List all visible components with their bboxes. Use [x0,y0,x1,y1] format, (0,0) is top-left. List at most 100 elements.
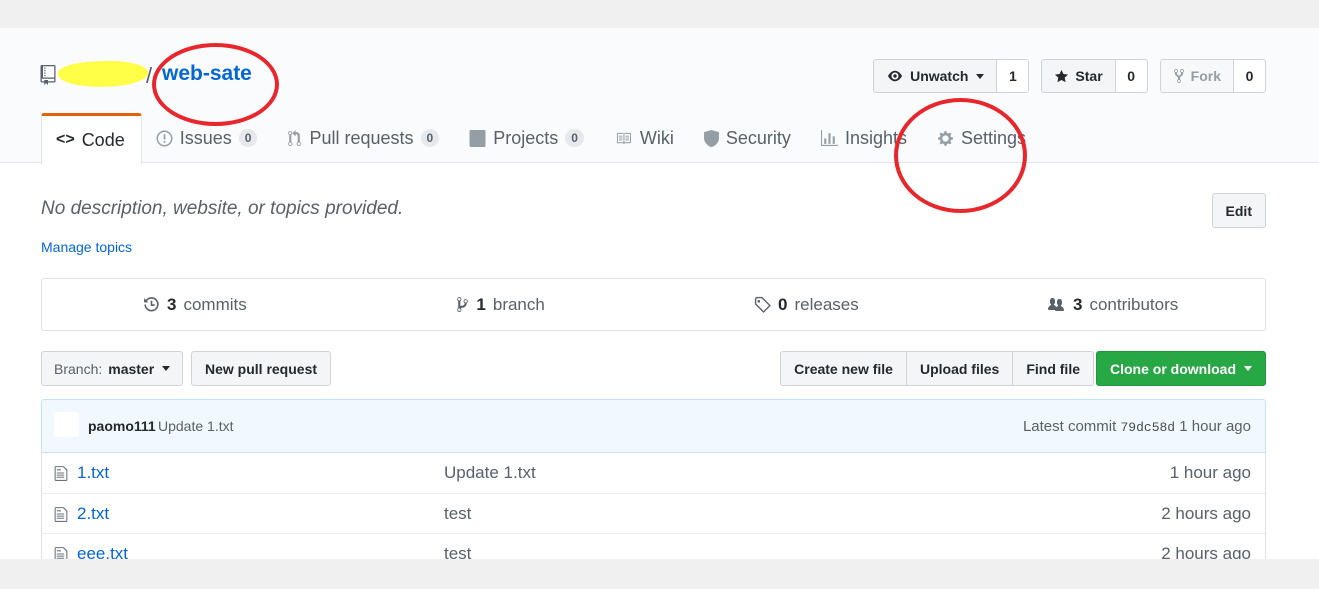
code-icon: <> [56,131,75,148]
commits-summary[interactable]: 3 commits [42,279,348,330]
projects-counter: 0 [565,129,584,147]
repo-name-link[interactable]: web-sate [162,62,252,86]
repo-header: / web-sate Unwatch 1 Star 0 Fork 0 <> Co… [0,28,1319,164]
file-icon [54,547,68,559]
commit-sha-link[interactable]: 79dc58d [1120,420,1175,435]
file-icon [54,507,68,522]
contributors-label: contributors [1089,294,1179,314]
tab-security-label: Security [725,127,791,148]
upload-files-button[interactable]: Upload files [905,351,1014,386]
file-age: 1 hour ago [1169,463,1251,482]
tab-settings[interactable]: Settings [923,113,1042,163]
file-navigation: Branch: master New pull request Create n… [41,351,1266,386]
star-icon [1055,69,1069,82]
git-branch-icon [457,297,469,312]
pull-requests-counter: 0 [420,129,440,147]
commits-label: commits [183,294,247,314]
tab-wiki[interactable]: Wiki [600,113,690,163]
tab-code[interactable]: <> Code [41,113,142,164]
tab-security[interactable]: Security [690,113,807,163]
file-name-link[interactable]: eee.txt [77,544,128,559]
forks-count[interactable]: 0 [1234,59,1266,93]
releases-label: releases [794,294,859,314]
star-button[interactable]: Star [1041,59,1116,93]
find-file-button[interactable]: Find file [1012,351,1094,386]
repo-nav-tabs: <> Code Issues 0 Pull requests 0 Project… [41,113,1042,164]
file-commit-message-link[interactable]: test [444,504,471,524]
tab-wiki-label: Wiki [639,127,674,148]
eye-icon [888,70,903,82]
contributors-summary[interactable]: 3 contributors [959,279,1265,330]
project-icon [469,129,486,147]
stargazers-count[interactable]: 0 [1115,59,1148,93]
file-icon [54,466,68,481]
commit-age: 1 hour ago [1179,418,1251,435]
tab-issues-label: Issues [179,127,232,148]
file-commit-message-link[interactable]: test [444,544,471,559]
fork-button-group: Fork 0 [1159,59,1266,93]
table-row: 1.txt Update 1.txt 1 hour ago [42,453,1265,493]
people-icon [1047,297,1064,311]
star-label: Star [1075,68,1103,84]
star-button-group: Star 0 [1041,59,1148,93]
fork-label: Fork [1190,68,1221,84]
repo-actions: Unwatch 1 Star 0 Fork 0 [873,59,1266,93]
tab-pull-requests-label: Pull requests [309,127,414,148]
commits-count: 3 [167,294,177,314]
branches-label: branch [492,294,545,314]
repo-forked-icon [1173,68,1184,84]
edit-description-button[interactable]: Edit [1211,193,1266,228]
new-pull-request-button[interactable]: New pull request [191,351,332,386]
tab-issues[interactable]: Issues 0 [142,113,274,163]
clone-label: Clone or download [1110,360,1236,377]
repo-owner-link-redacted[interactable] [57,58,149,90]
issue-icon [156,130,173,146]
fork-button[interactable]: Fork [1159,59,1234,93]
tab-code-label: Code [81,129,125,150]
file-name-link[interactable]: 2.txt [77,504,109,524]
branch-select-button[interactable]: Branch: master [41,351,184,386]
manage-topics-link[interactable]: Manage topics [41,239,132,255]
table-row: 2.txt test 2 hours ago [42,493,1265,533]
file-commit-message-link[interactable]: Update 1.txt [444,463,536,483]
history-icon [144,297,159,312]
tab-insights-label: Insights [844,127,907,148]
unwatch-button[interactable]: Unwatch [873,59,998,93]
graph-icon [820,129,838,146]
tab-projects-label: Projects [493,127,559,148]
caret-down-icon [162,366,171,371]
contributors-count: 3 [1072,294,1083,314]
issues-counter: 0 [238,129,258,147]
branch-name: master [108,360,155,377]
latest-commit-bar: paomo111 Update 1.txt Latest commit 79dc… [41,399,1266,453]
latest-commit-prefix: Latest commit [1022,418,1117,435]
branches-summary[interactable]: 1 branch [348,279,654,330]
file-age: 2 hours ago [1161,504,1251,523]
repo-description: No description, website, or topics provi… [41,198,404,219]
clone-or-download-button[interactable]: Clone or download [1096,351,1266,386]
file-list: 1.txt Update 1.txt 1 hour ago 2.txt test… [41,453,1266,559]
caret-down-icon [976,73,985,79]
tab-insights[interactable]: Insights [807,113,923,163]
gear-icon [938,130,953,146]
file-name-link[interactable]: 1.txt [77,463,109,483]
commit-message-link[interactable]: Update 1.txt [158,418,234,434]
tab-pull-requests[interactable]: Pull requests 0 [273,113,455,163]
avatar[interactable] [54,412,79,437]
book-icon [616,132,631,144]
branches-count: 1 [476,294,486,314]
file-actions-group: Create new file Upload files Find file [780,351,1094,386]
watch-button-group: Unwatch 1 [873,59,1030,93]
branch-prefix: Branch: [54,360,103,377]
unwatch-label: Unwatch [910,68,969,84]
watchers-count[interactable]: 1 [997,59,1030,93]
releases-summary[interactable]: 0 releases [654,279,960,330]
commit-meta: Latest commit 79dc58d 1 hour ago [1023,418,1251,435]
git-pull-request-icon [288,129,302,146]
repository-page: / web-sate Unwatch 1 Star 0 Fork 0 <> Co… [0,28,1319,559]
tab-projects[interactable]: Projects 0 [455,113,600,163]
commit-author-link[interactable]: paomo111 [88,418,156,434]
repo-icon [40,65,56,85]
create-new-file-button[interactable]: Create new file [780,351,907,386]
tab-settings-label: Settings [960,127,1027,148]
